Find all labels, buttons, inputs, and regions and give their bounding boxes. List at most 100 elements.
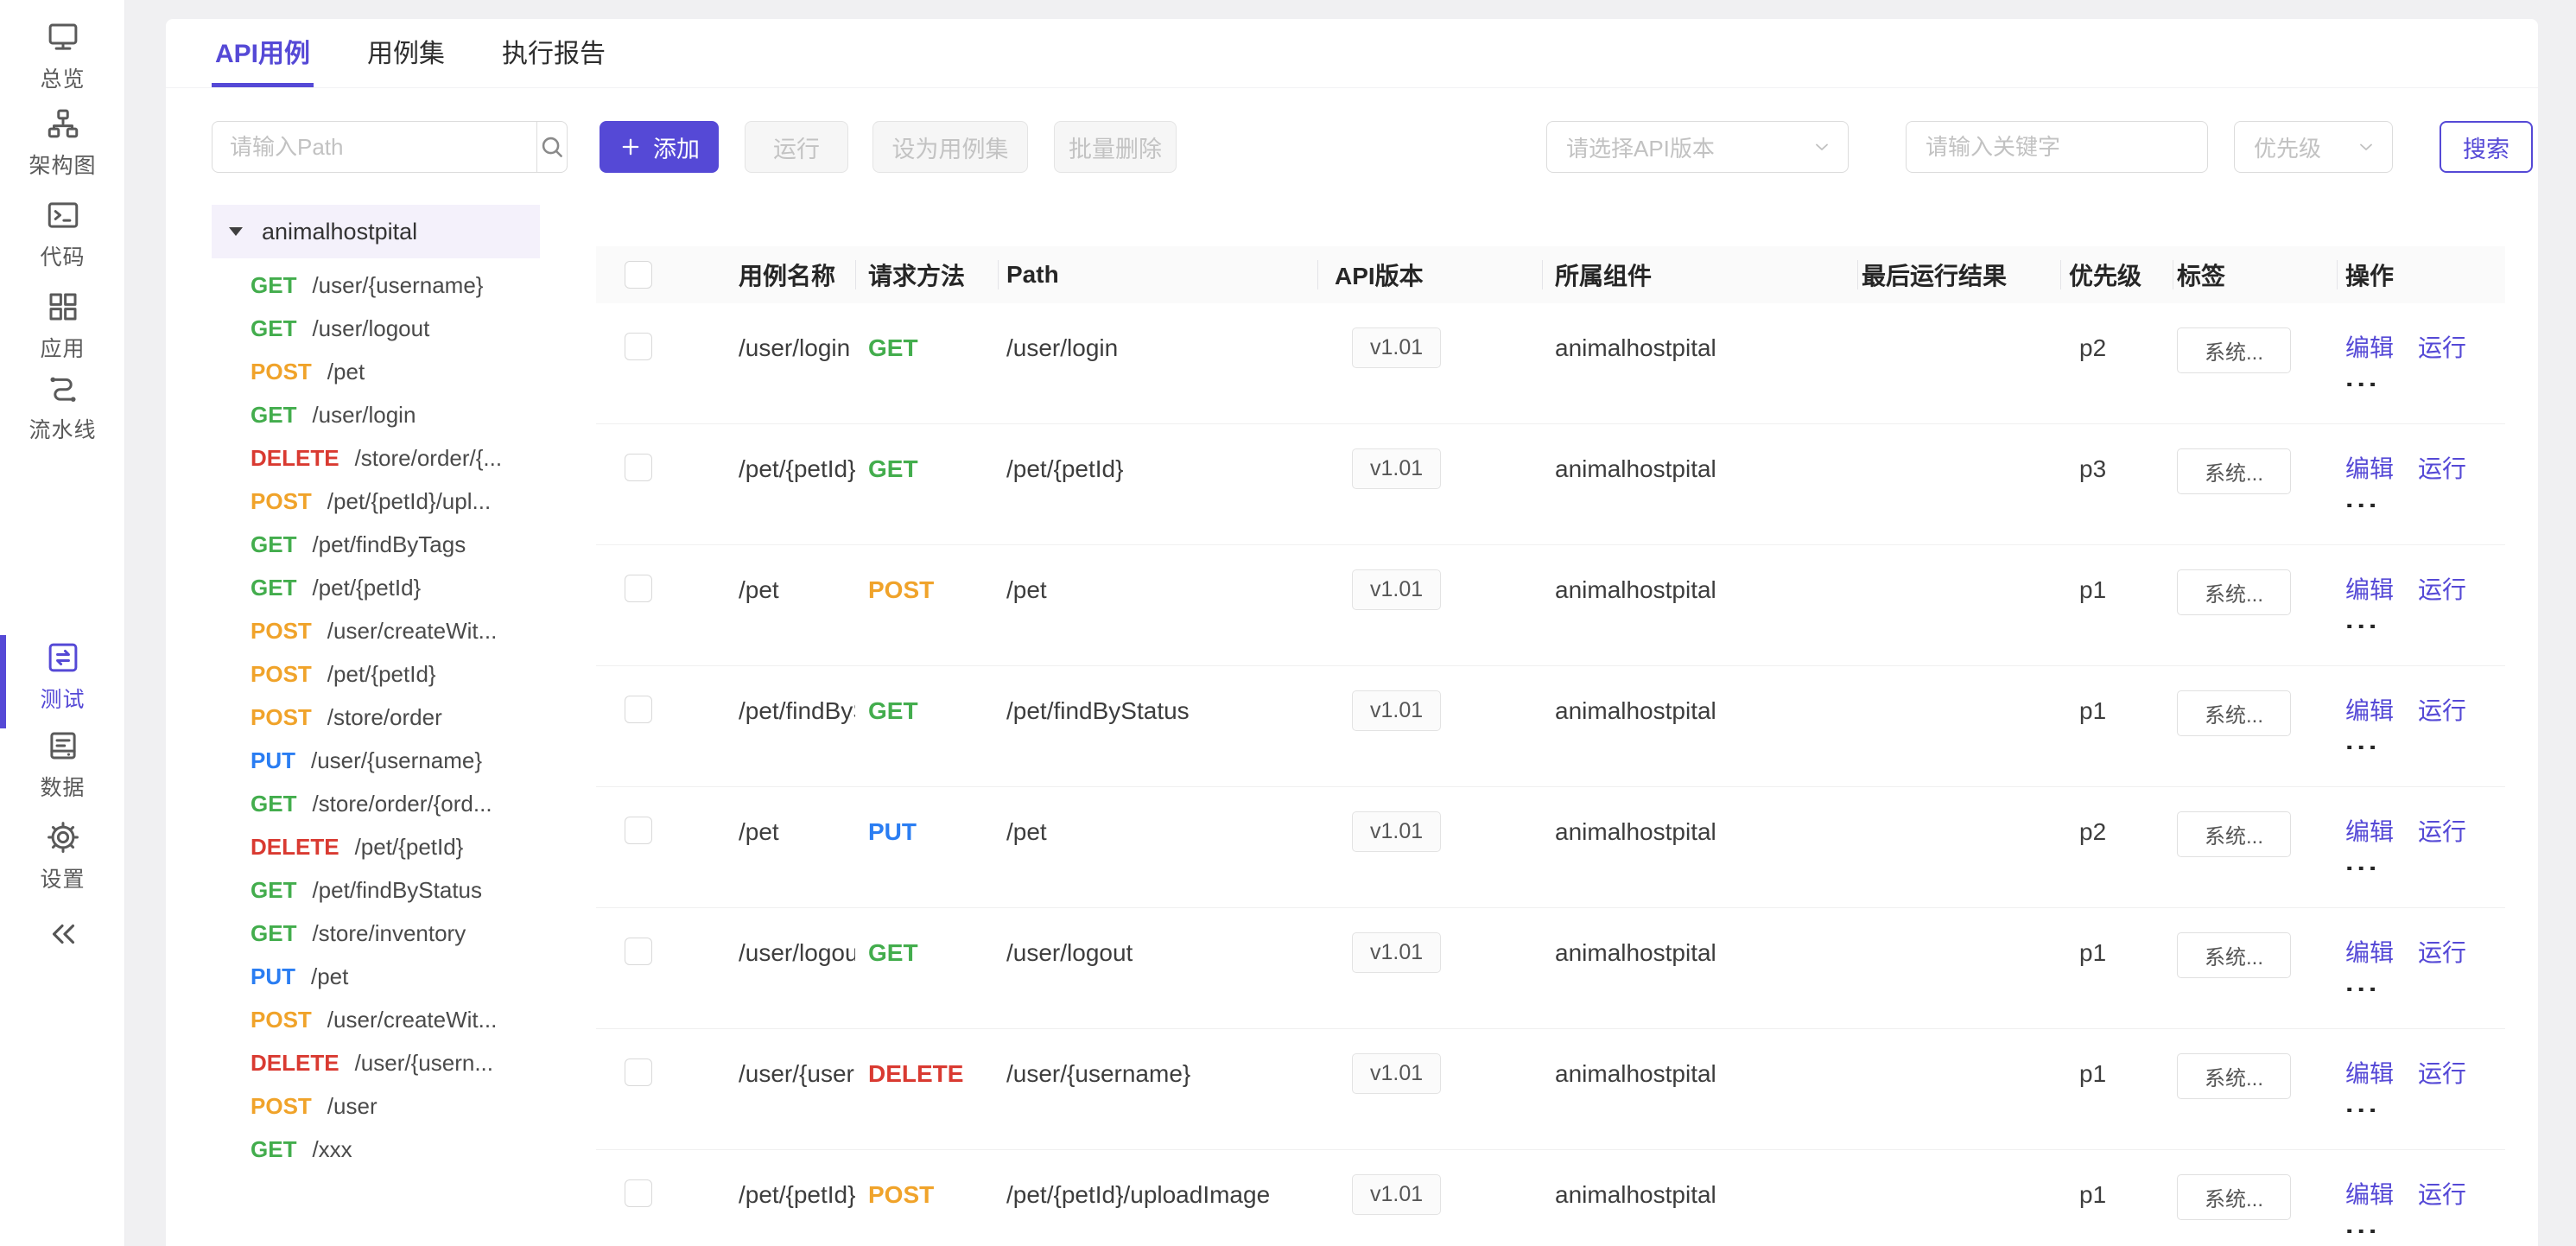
set-suite-button[interactable]: 设为用例集 bbox=[872, 121, 1028, 173]
tree-item-path: /store/inventory bbox=[312, 920, 466, 947]
action-run[interactable]: 运行 bbox=[2418, 934, 2466, 969]
run-button[interactable]: 运行 bbox=[745, 121, 848, 173]
tree-item[interactable]: GET /pet/findByStatus bbox=[212, 868, 540, 912]
row-checkbox[interactable] bbox=[625, 1058, 652, 1086]
action-run[interactable]: 运行 bbox=[2418, 1176, 2466, 1211]
sidebar-item-label: 架构图 bbox=[29, 149, 96, 180]
sidebar-item-overview[interactable]: 总览 bbox=[0, 19, 125, 93]
row-checkbox[interactable] bbox=[625, 817, 652, 844]
sidebar-item-test[interactable]: 测试 bbox=[0, 639, 125, 714]
action-edit[interactable]: 编辑 bbox=[2345, 692, 2394, 727]
tab-case-suites[interactable]: 用例集 bbox=[364, 32, 448, 87]
row-checkbox[interactable] bbox=[625, 1179, 652, 1207]
tree-item[interactable]: GET /pet/findByTags bbox=[212, 523, 540, 566]
tab-execution-reports[interactable]: 执行报告 bbox=[498, 32, 609, 87]
row-last-result bbox=[1857, 908, 2060, 939]
search-button[interactable]: 搜索 bbox=[2440, 121, 2533, 173]
tree-item[interactable]: POST /user/createWit... bbox=[212, 609, 540, 652]
action-run[interactable]: 运行 bbox=[2418, 329, 2466, 364]
row-checkbox[interactable] bbox=[625, 575, 652, 602]
tree-item[interactable]: POST /pet/{petId}/upl... bbox=[212, 480, 540, 523]
action-edit[interactable]: 编辑 bbox=[2345, 329, 2394, 364]
action-more[interactable]: ... bbox=[2345, 732, 2505, 749]
keyword-input[interactable] bbox=[1906, 121, 2208, 173]
tree-item[interactable]: POST /store/order bbox=[212, 696, 540, 739]
double-chevron-left-icon bbox=[43, 914, 83, 954]
add-button[interactable]: 添加 bbox=[600, 121, 719, 173]
row-checkbox[interactable] bbox=[625, 454, 652, 481]
action-more[interactable]: ... bbox=[2345, 1216, 2505, 1233]
row-last-result bbox=[1857, 1029, 2060, 1060]
tree-item-method: DELETE bbox=[251, 834, 339, 861]
sidebar-item-settings[interactable]: 设置 bbox=[0, 819, 125, 893]
sidebar-item-apps[interactable]: 应用 bbox=[0, 289, 125, 363]
row-checkbox[interactable] bbox=[625, 938, 652, 965]
tab-bar: API用例 用例集 执行报告 bbox=[166, 19, 2538, 88]
tree-item-path: /pet/findByTags bbox=[312, 531, 466, 558]
tree-item[interactable]: GET /store/inventory bbox=[212, 912, 540, 955]
row-priority: p1 bbox=[2060, 1029, 2173, 1088]
sidebar-item-data[interactable]: 数据 bbox=[0, 728, 125, 802]
tree-item[interactable]: GET /user/login bbox=[212, 393, 540, 436]
col-priority: 优先级 bbox=[2060, 246, 2173, 303]
action-run[interactable]: 运行 bbox=[2418, 692, 2466, 727]
action-edit[interactable]: 编辑 bbox=[2345, 571, 2394, 606]
tree-item[interactable]: POST /user bbox=[212, 1084, 540, 1128]
table-row: /pet POST /pet v1.01 animalhostpital p1 … bbox=[596, 545, 2505, 666]
tree-item-path: /user/createWit... bbox=[327, 618, 498, 645]
tree-item[interactable]: DELETE /store/order/{... bbox=[212, 436, 540, 480]
tree-root-animalhostpital[interactable]: animalhostpital bbox=[212, 205, 540, 258]
tree-item-method: GET bbox=[251, 791, 296, 817]
action-more[interactable]: ... bbox=[2345, 974, 2505, 991]
row-path: /pet/{petId} bbox=[998, 424, 1317, 483]
priority-select[interactable]: 优先级 bbox=[2234, 121, 2393, 173]
api-version-select[interactable]: 请选择API版本 bbox=[1546, 121, 1849, 173]
action-more[interactable]: ... bbox=[2345, 853, 2505, 870]
collapse-sidebar-button[interactable] bbox=[0, 914, 125, 954]
tree-item[interactable]: GET /pet/{petId} bbox=[212, 566, 540, 609]
tree-item[interactable]: GET /user/{username} bbox=[212, 264, 540, 307]
tree-item[interactable]: GET /store/order/{ord... bbox=[212, 782, 540, 825]
sidebar-item-architecture[interactable]: 架构图 bbox=[0, 105, 125, 180]
action-edit[interactable]: 编辑 bbox=[2345, 1055, 2394, 1090]
tree-item[interactable]: POST /pet bbox=[212, 350, 540, 393]
action-run[interactable]: 运行 bbox=[2418, 450, 2466, 485]
action-more[interactable]: ... bbox=[2345, 1095, 2505, 1112]
tree-item[interactable]: GET /user/logout bbox=[212, 307, 540, 350]
tree-item[interactable]: POST /pet/{petId} bbox=[212, 652, 540, 696]
action-edit[interactable]: 编辑 bbox=[2345, 1176, 2394, 1211]
tree-item-path: /user/{username} bbox=[311, 747, 482, 774]
tree-item[interactable]: GET /xxx bbox=[212, 1128, 540, 1171]
tag-badge: 系统... bbox=[2177, 811, 2291, 857]
tree-item[interactable]: PUT /user/{username} bbox=[212, 739, 540, 782]
database-icon bbox=[45, 728, 81, 764]
batch-delete-button[interactable]: 批量删除 bbox=[1054, 121, 1177, 173]
tree-item-path: /xxx bbox=[312, 1136, 352, 1163]
row-priority: p1 bbox=[2060, 545, 2173, 604]
action-more[interactable]: ... bbox=[2345, 611, 2505, 628]
tree-item-method: POST bbox=[251, 1093, 312, 1120]
action-run[interactable]: 运行 bbox=[2418, 1055, 2466, 1090]
sidebar-item-pipeline[interactable]: 流水线 bbox=[0, 370, 125, 444]
tree-item-method: POST bbox=[251, 618, 312, 645]
action-run[interactable]: 运行 bbox=[2418, 813, 2466, 848]
row-method: POST bbox=[868, 1181, 934, 1208]
action-more[interactable]: ... bbox=[2345, 490, 2505, 507]
row-checkbox[interactable] bbox=[625, 333, 652, 360]
tree-item[interactable]: DELETE /pet/{petId} bbox=[212, 825, 540, 868]
select-all-checkbox[interactable] bbox=[625, 261, 652, 289]
row-checkbox[interactable] bbox=[625, 696, 652, 723]
tree-item[interactable]: DELETE /user/{usern... bbox=[212, 1041, 540, 1084]
action-edit[interactable]: 编辑 bbox=[2345, 934, 2394, 969]
sidebar-item-code[interactable]: 代码 bbox=[0, 197, 125, 271]
test-swap-icon bbox=[45, 639, 81, 676]
tree-item[interactable]: PUT /pet bbox=[212, 955, 540, 998]
tree-item[interactable]: POST /user/createWit... bbox=[212, 998, 540, 1041]
action-more[interactable]: ... bbox=[2345, 369, 2505, 386]
table-row: /pet/{petId}/u... POST /pet/{petId}/uplo… bbox=[596, 1150, 2505, 1246]
action-edit[interactable]: 编辑 bbox=[2345, 813, 2394, 848]
action-run[interactable]: 运行 bbox=[2418, 571, 2466, 606]
tab-api-cases[interactable]: API用例 bbox=[212, 32, 314, 87]
table-row: /user/logout GET /user/logout v1.01 anim… bbox=[596, 908, 2505, 1029]
action-edit[interactable]: 编辑 bbox=[2345, 450, 2394, 485]
